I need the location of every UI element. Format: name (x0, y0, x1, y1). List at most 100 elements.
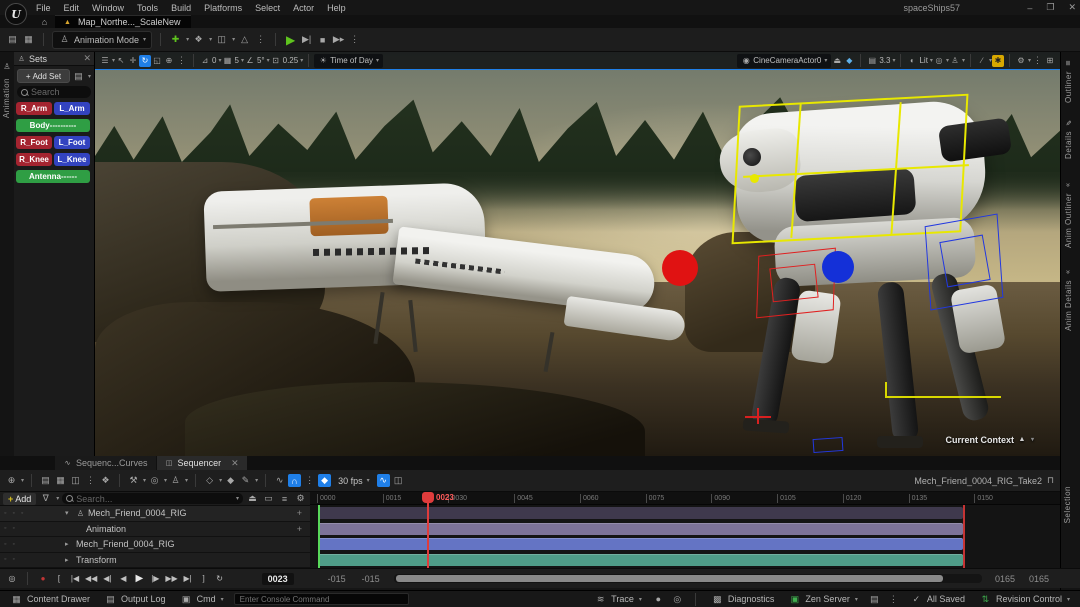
track-row-animation[interactable]: ◦ ◦ Animation + (0, 522, 310, 538)
surface-snap-value[interactable]: 0 (212, 56, 216, 65)
curve-editor-icon[interactable]: ∿ (273, 474, 286, 487)
game-view-icon[interactable]: ✱ (992, 55, 1004, 67)
editor-modes-icon[interactable]: △ (238, 33, 251, 46)
grid-snap-icon[interactable]: ▦ (221, 55, 233, 67)
view-options-icon[interactable]: ◎ (148, 474, 161, 487)
viewport-settings-icon[interactable]: ⚙ (1015, 55, 1027, 67)
set-pill-l-knee[interactable]: L_Knee (54, 153, 90, 166)
menu-build[interactable]: Build (171, 3, 191, 13)
menu-file[interactable]: File (36, 3, 51, 13)
pill-view-icon[interactable]: ▭ (262, 492, 275, 505)
frame-skip-button[interactable]: ▶| (300, 33, 313, 46)
overflow-icon[interactable]: ⋮ (177, 55, 186, 66)
timeline-scrollbar[interactable] (394, 574, 982, 583)
save-sequence-icon[interactable]: ▤ (39, 474, 52, 487)
sequence-breadcrumb[interactable]: Mech_Friend_0004_RIG_Take2 ⊓ (914, 474, 1055, 487)
view-range-start[interactable]: -015 (322, 574, 352, 584)
list-view-icon[interactable]: ≡ (278, 492, 291, 505)
all-saved-button[interactable]: ✓ All Saved (906, 592, 969, 607)
scrollbar-thumb[interactable] (396, 575, 943, 582)
add-section-icon[interactable]: + (297, 508, 302, 518)
menu-window[interactable]: Window (92, 3, 124, 13)
level-tab[interactable]: ▲ Map_Northe..._ScaleNew (55, 15, 191, 28)
current-frame-field[interactable]: 0023 (262, 573, 294, 585)
auto-key-icon[interactable]: ✎ (239, 474, 252, 487)
world-icon[interactable]: ⊕ (5, 474, 18, 487)
set-options-icon[interactable]: ▤ (72, 70, 85, 83)
menu-tools[interactable]: Tools (137, 3, 158, 13)
retimer-icon[interactable]: ◫ (392, 474, 405, 487)
set-end-bracket[interactable]: ] (198, 572, 210, 585)
expand-icon[interactable]: ▾ (65, 509, 73, 517)
viewport-menu-icon[interactable]: ☰ (99, 55, 111, 67)
overflow-icon[interactable]: ⋮ (86, 475, 95, 486)
rotation-snap-value[interactable]: 5° (257, 56, 265, 65)
stop-button[interactable]: ■ (316, 33, 329, 46)
mode-selector[interactable]: ♙ Animation Mode ▾ (52, 31, 152, 49)
rotate-tool-icon[interactable]: ↻ (139, 55, 151, 67)
tab-sequencer[interactable]: ◫ Sequencer ✕ (157, 456, 247, 470)
cinematics-icon[interactable]: ◫ (215, 33, 228, 46)
tab-sequencer-curves[interactable]: ∿ Sequenc...Curves (55, 456, 156, 470)
expand-icon[interactable]: ▸ (65, 540, 73, 548)
add-track-button[interactable]: + Add (3, 493, 36, 505)
maximize-button[interactable]: ❐ (1046, 2, 1054, 13)
play-reverse-button[interactable]: ◀ (117, 572, 129, 585)
play-options-icon[interactable]: ⋮ (350, 34, 359, 45)
current-context-button[interactable]: Current Context ▲ ▾ (945, 433, 1034, 446)
fps-selector[interactable]: 30 fps ▾ (333, 473, 375, 489)
add-keyframe-icon[interactable]: ◆ (224, 474, 237, 487)
add-set-button[interactable]: + Add Set (17, 69, 70, 83)
set-pill-l-arm[interactable]: L_Arm (54, 102, 90, 115)
save-icon[interactable]: ▤ (6, 33, 19, 46)
console-command-input[interactable] (234, 593, 409, 605)
close-button[interactable]: ✕ (1068, 2, 1076, 13)
select-tool-icon[interactable]: ↖ (115, 55, 127, 67)
set-pill-body[interactable]: Body---------- (16, 119, 90, 132)
overflow-icon[interactable]: ⋮ (305, 475, 314, 486)
rig-yellow-dot[interactable] (750, 174, 759, 183)
view-mode-label[interactable]: Lit (919, 56, 927, 65)
track-row-transform[interactable]: ◦ ◦ ▸ Transform (0, 553, 310, 569)
step-back-button[interactable]: ◀| (101, 572, 113, 585)
time-of-day-button[interactable]: ☀ Time of Day ▾ (314, 54, 383, 68)
content-drawer-button[interactable]: ▦ Content Drawer (6, 592, 94, 607)
scale-snap-icon[interactable]: ⊡ (270, 55, 282, 67)
next-key-button[interactable]: ▶▶ (165, 572, 177, 585)
lock-icon[interactable]: ⊓ (1046, 474, 1055, 487)
content-browser-icon[interactable]: ▦ (22, 33, 35, 46)
blueprint-icon[interactable]: ❖ (192, 33, 205, 46)
tab-selection[interactable]: Selection (1063, 486, 1072, 523)
playback-options-icon[interactable]: ♙ (169, 474, 182, 487)
animation-side-tab[interactable]: Animation (2, 78, 11, 118)
set-start-bracket[interactable]: [ (53, 572, 65, 585)
view-range-end[interactable]: 0165 (1024, 574, 1054, 584)
overflow-icon[interactable]: ⋮ (889, 594, 898, 605)
sets-search-input[interactable]: Search (17, 86, 91, 98)
lane-animation[interactable] (318, 523, 963, 535)
menu-actor[interactable]: Actor (293, 3, 314, 13)
render-movie-icon[interactable]: ◫ (69, 474, 82, 487)
keyframe-options-icon[interactable]: ◇ (203, 474, 216, 487)
home-icon[interactable]: ⌂ (38, 15, 51, 28)
revision-control-button[interactable]: ⇅ Revision Control ▾ (975, 592, 1074, 607)
scale-snap-value[interactable]: 0.25 (283, 56, 299, 65)
set-pill-antenna[interactable]: Antenna------ (16, 170, 90, 183)
rig-red-sphere-control[interactable] (662, 250, 698, 286)
output-log-button[interactable]: ▤ Output Log (100, 592, 170, 607)
track-row-rig-root[interactable]: ◦ ◦ ◦ ▾ ♙ Mech_Friend_0004_RIG + (0, 506, 310, 522)
add-actor-icon[interactable]: ✚ (169, 33, 182, 46)
rig-blue-sphere-control[interactable] (822, 251, 854, 283)
grid-snap-value[interactable]: 5 (234, 56, 238, 65)
sequencer-timeline[interactable]: 0000 0015 0030 0045 0060 0075 0090 0105 … (310, 492, 1060, 568)
snapshot-icon[interactable]: ◎ (671, 593, 684, 606)
snapping-icon[interactable]: ∩ (288, 474, 301, 487)
lane-rig-root[interactable] (318, 507, 963, 519)
menu-platforms[interactable]: Platforms (204, 3, 242, 13)
working-range-start[interactable]: -015 (356, 574, 386, 584)
3d-viewport[interactable]: ☰ ▾ ↖ ✛ ↻ ◱ ⊕ ⋮ ⊿ 0 ▾ ▦ 5 ▾ ∠ 5° ▾ ⊡ 0.2… (95, 52, 1060, 456)
menu-help[interactable]: Help (327, 3, 346, 13)
lane-transform[interactable] (318, 554, 963, 566)
set-pill-l-foot[interactable]: L_Foot (54, 136, 90, 149)
curve-channels-icon[interactable]: ∿ (377, 474, 390, 487)
